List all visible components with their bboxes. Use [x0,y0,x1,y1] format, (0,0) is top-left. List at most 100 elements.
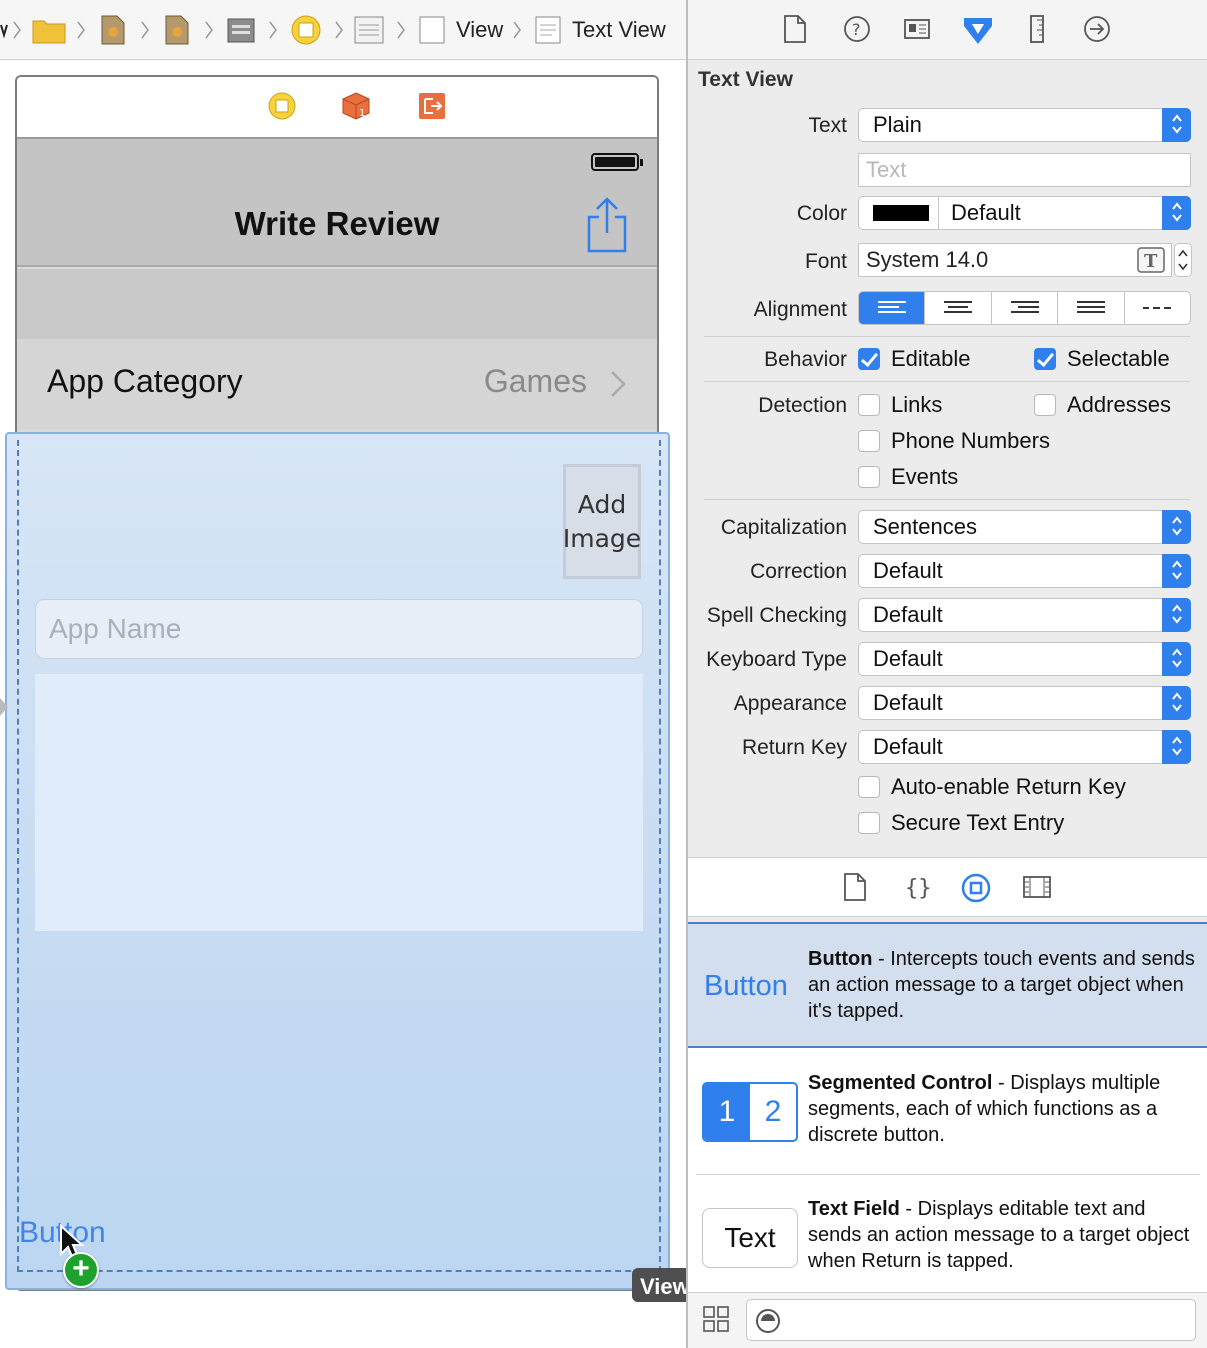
app-category-value: Games [483,363,587,399]
addresses-checkbox[interactable] [1034,394,1056,416]
secure-entry-label: Secure Text Entry [891,810,1065,835]
view-controller-icon[interactable] [267,91,297,121]
color-popup[interactable]: Default [858,196,1191,230]
identity-inspector-icon[interactable] [902,14,932,46]
behavior-label: Behavior [764,348,847,371]
add-copy-icon: + [63,1252,99,1288]
segmented-control-description: Segmented Control - Displays multiple se… [808,1070,1198,1148]
object-library-list: Button Button - Intercepts touch events … [688,922,1207,1292]
alignment-label: Alignment [753,298,847,321]
file-template-library-icon[interactable] [842,872,872,904]
return-key-value: Default [873,734,943,759]
crumb-view-label: View [456,17,504,42]
svg-text:{}: {} [905,876,932,901]
popup-arrows-icon [1162,196,1191,230]
events-label: Events [891,464,959,489]
events-checkbox[interactable] [858,466,880,488]
code-snippet-library-icon[interactable]: {} [902,872,932,904]
section-title: Text View [698,68,793,91]
share-icon[interactable] [585,195,629,253]
align-natural-icon[interactable] [1123,292,1190,324]
view-controller-icon[interactable] [290,0,322,60]
library-item-segmented-control[interactable]: 1 2 Segmented Control - Displays multipl… [688,1048,1207,1174]
library-filter-field[interactable] [746,1299,1196,1341]
popup-arrows-icon [1162,510,1191,544]
chevron-right-icon [611,371,626,397]
addresses-label: Addresses [1067,392,1171,417]
storyboard-canvas[interactable]: View Text View 1 Write Review App Catego… [0,0,686,1348]
spell-checking-value: Default [873,602,943,627]
color-swatch [873,205,929,221]
text-label: Text [808,114,847,137]
correction-popup[interactable]: Default [858,554,1191,588]
selectable-checkbox[interactable] [1034,348,1056,370]
capitalization-popup[interactable]: Sentences [858,510,1191,544]
capitalization-label: Capitalization [720,516,847,539]
spell-checking-popup[interactable]: Default [858,598,1191,632]
font-size-stepper[interactable] [1174,243,1192,277]
grid-view-icon[interactable] [702,1305,730,1333]
attributes-inspector-icon[interactable] [962,14,992,46]
align-right-icon[interactable] [990,292,1057,324]
scene-icon[interactable] [226,0,256,60]
align-center-icon[interactable] [924,292,990,324]
editable-checkbox[interactable] [858,348,880,370]
folder-icon[interactable] [32,0,66,60]
quick-help-icon[interactable]: ? [842,14,872,46]
review-text-view[interactable] [35,674,643,931]
font-picker-icon[interactable]: T [1137,247,1165,273]
capitalization-value: Sentences [873,514,977,539]
text-view-icon [535,16,561,44]
color-well[interactable] [859,197,939,229]
popup-arrows-icon [1162,554,1191,588]
inspector-tabs: ? [688,0,1207,60]
crumb-text-view[interactable]: Text View [534,0,666,60]
phone-numbers-checkbox[interactable] [858,430,880,452]
alignment-segmented-control[interactable] [858,291,1191,325]
return-key-popup[interactable]: Default [858,730,1191,764]
popup-arrows-icon [1162,730,1191,764]
crumb-view[interactable]: View [418,0,503,60]
battery-icon [591,153,643,171]
popup-arrows-icon [1162,642,1191,676]
editable-label: Editable [891,346,971,371]
popup-arrows-icon [1162,686,1191,720]
storyboard-file-icon[interactable] [164,0,190,60]
keyboard-type-value: Default [873,646,943,671]
text-content-field[interactable]: Text [858,153,1191,187]
file-inspector-icon[interactable] [782,14,812,46]
keyboard-type-label: Keyboard Type [706,648,847,671]
media-library-icon[interactable] [1022,872,1052,904]
separator [704,336,1190,337]
chevron-right-icon [204,20,214,40]
connections-inspector-icon[interactable] [1082,14,1112,46]
keyboard-type-popup[interactable]: Default [858,642,1191,676]
xcode-window: View Text View 1 Write Review App Catego… [0,0,1207,1348]
links-checkbox[interactable] [858,394,880,416]
auto-enable-return-checkbox[interactable] [858,776,880,798]
secure-entry-checkbox[interactable] [858,812,880,834]
appearance-label: Appearance [733,692,847,715]
library-item-button[interactable]: Button Button - Intercepts touch events … [688,922,1207,1048]
app-category-cell[interactable]: App Category Games [17,339,657,429]
app-category-label: App Category [47,363,243,399]
add-image-button[interactable]: Add Image [563,464,641,579]
app-name-field[interactable]: App Name [35,599,643,659]
align-justify-icon[interactable] [1057,292,1123,324]
svg-text:1: 1 [359,108,365,119]
first-responder-icon[interactable]: 1 [341,91,371,121]
align-left-icon[interactable] [859,292,925,324]
color-label: Color [796,202,847,225]
table-view-icon[interactable] [354,0,384,60]
text-type-popup[interactable]: Plain [858,108,1191,142]
swift-file-icon[interactable] [100,0,126,60]
object-library-icon[interactable] [960,872,991,904]
appearance-popup[interactable]: Default [858,686,1191,720]
popup-arrows-icon [1162,108,1191,142]
size-inspector-icon[interactable] [1022,14,1052,46]
text-field-description: Text Field - Displays editable text and … [808,1196,1198,1274]
selected-view[interactable]: Add Image App Name Button + [5,432,670,1290]
library-item-text-field[interactable]: Text Text Field - Displays editable text… [688,1174,1207,1292]
exit-icon[interactable] [417,91,447,121]
font-field[interactable]: System 14.0 T [858,243,1172,277]
